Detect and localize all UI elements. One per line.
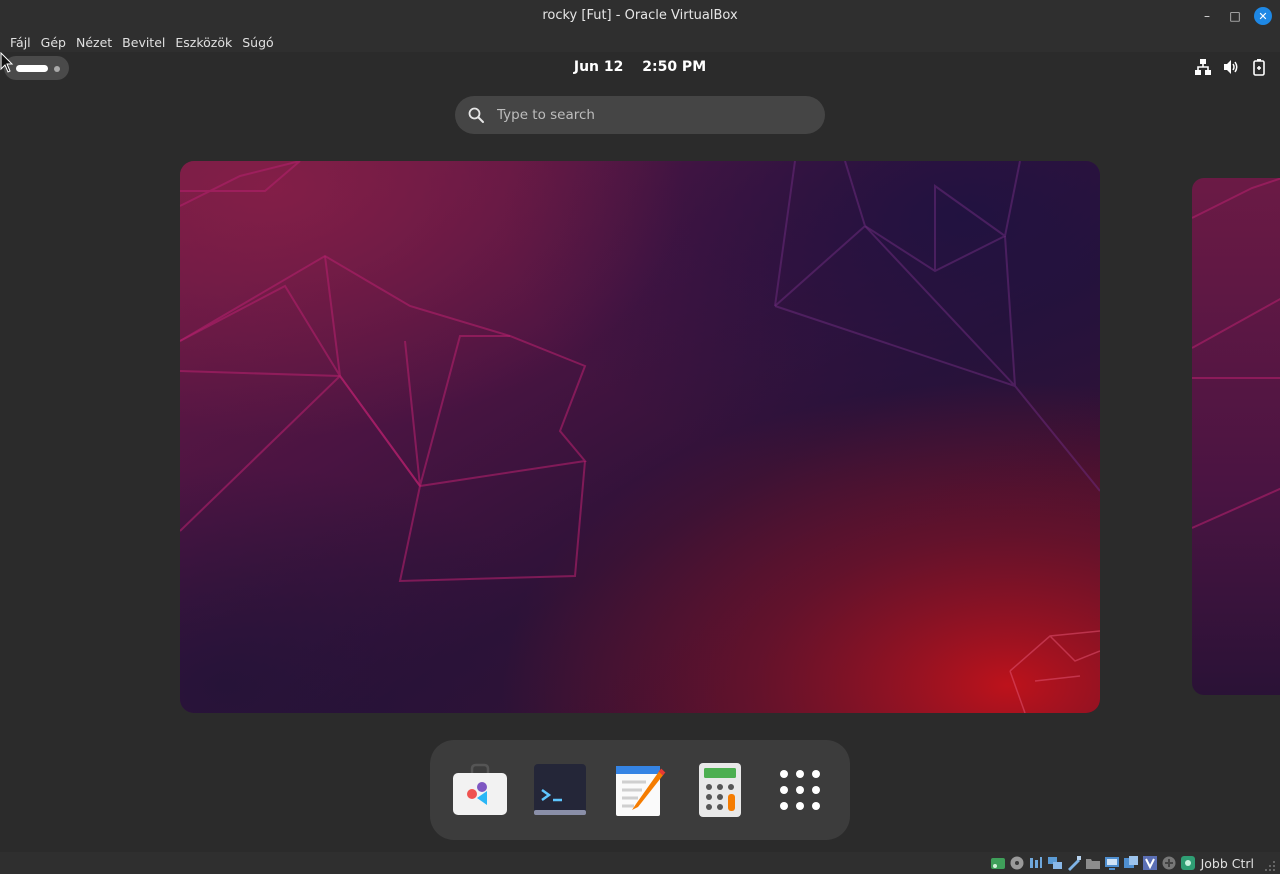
shared-folders-icon[interactable] bbox=[1085, 855, 1101, 871]
window-titlebar[interactable]: rocky [Fut] - Oracle VirtualBox – □ ✕ bbox=[0, 0, 1280, 32]
wallpaper bbox=[1192, 178, 1280, 695]
minimize-button[interactable]: – bbox=[1198, 7, 1216, 25]
calculator-icon bbox=[699, 763, 741, 817]
clock[interactable]: Jun 12 2:50 PM bbox=[0, 59, 1280, 75]
dash-dock bbox=[430, 740, 850, 840]
menu-help[interactable]: Súgó bbox=[237, 35, 278, 50]
dock-item-text-editor[interactable] bbox=[610, 760, 670, 820]
vbox-statusbar: Jobb Ctrl bbox=[0, 852, 1280, 874]
dock-item-terminal[interactable] bbox=[530, 760, 590, 820]
dock-item-software[interactable] bbox=[450, 760, 510, 820]
system-tray[interactable] bbox=[1194, 58, 1268, 76]
optical-drive-icon[interactable] bbox=[1009, 855, 1025, 871]
recording-icon[interactable] bbox=[1142, 855, 1158, 871]
shopping-bag-icon bbox=[453, 763, 507, 815]
search-input[interactable] bbox=[497, 107, 797, 123]
mouse-cursor-icon bbox=[0, 52, 14, 73]
window-title: rocky [Fut] - Oracle VirtualBox bbox=[542, 8, 738, 23]
close-button[interactable]: ✕ bbox=[1254, 7, 1272, 25]
search-bar[interactable] bbox=[455, 96, 825, 134]
dock-item-calculator[interactable] bbox=[690, 760, 750, 820]
app-grid-icon bbox=[780, 770, 820, 810]
display-icon[interactable] bbox=[1104, 855, 1120, 871]
terminal-icon bbox=[534, 764, 586, 815]
usb-icon[interactable] bbox=[1066, 855, 1082, 871]
guest-display[interactable]: Jun 12 2:50 PM bbox=[0, 52, 1280, 852]
gnome-top-bar: Jun 12 2:50 PM bbox=[0, 52, 1280, 84]
network-icon bbox=[1195, 59, 1211, 75]
maximize-button[interactable]: □ bbox=[1226, 7, 1244, 25]
menu-file[interactable]: Fájl bbox=[5, 35, 36, 50]
wallpaper bbox=[180, 161, 1100, 713]
volume-icon bbox=[1224, 60, 1238, 74]
cpu-icon[interactable] bbox=[1161, 855, 1177, 871]
video-capture-icon[interactable] bbox=[1123, 855, 1139, 871]
audio-icon[interactable] bbox=[1028, 855, 1044, 871]
menu-machine[interactable]: Gép bbox=[36, 35, 71, 50]
mouse-integration-icon[interactable] bbox=[1180, 855, 1196, 871]
menu-tools[interactable]: Eszközök bbox=[170, 35, 237, 50]
workspace-thumbnail-1[interactable] bbox=[180, 161, 1100, 713]
statusbar-icons bbox=[990, 855, 1196, 871]
clock-time: 2:50 PM bbox=[642, 59, 707, 75]
host-key-label[interactable]: Jobb Ctrl bbox=[1201, 856, 1254, 871]
workspace-thumbnail-2[interactable] bbox=[1192, 178, 1280, 695]
menu-input[interactable]: Bevitel bbox=[117, 35, 170, 50]
dock-item-show-apps[interactable] bbox=[770, 760, 830, 820]
battery-icon bbox=[1253, 59, 1265, 76]
clock-date: Jun 12 bbox=[573, 59, 624, 75]
menubar: Fájl Gép Nézet Bevitel Eszközök Súgó bbox=[0, 32, 1280, 52]
resize-grip-icon[interactable] bbox=[1264, 860, 1276, 872]
hard-disk-icon[interactable] bbox=[990, 855, 1006, 871]
search-icon bbox=[468, 107, 484, 123]
text-editor-icon bbox=[616, 766, 666, 816]
network-icon[interactable] bbox=[1047, 855, 1063, 871]
menu-view[interactable]: Nézet bbox=[71, 35, 117, 50]
